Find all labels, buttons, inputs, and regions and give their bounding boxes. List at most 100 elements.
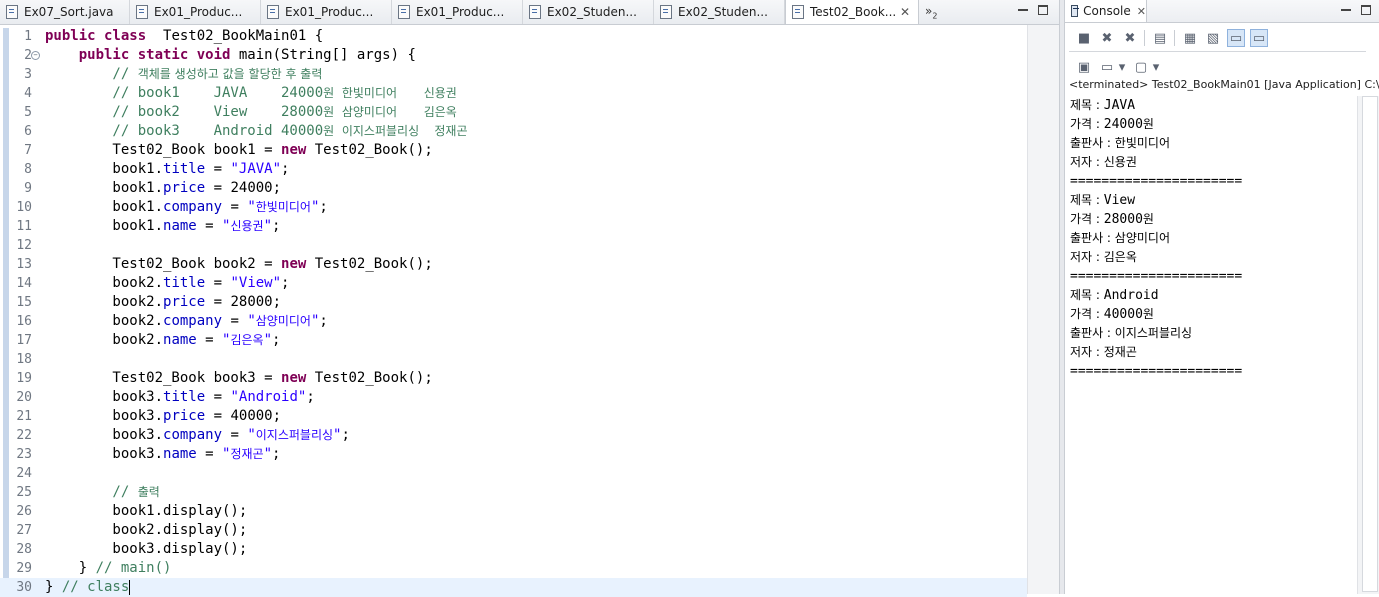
code-line[interactable]: 4 // book1 JAVA 24000원 한빛미디어 신용권 [0,84,1027,103]
toolbar-separator [1174,30,1175,46]
code-line[interactable]: 19 Test02_Book book3 = new Test02_Book()… [0,369,1027,388]
code-line[interactable]: 11 book1.name = "신용권"; [0,217,1027,236]
fold-toggle-icon[interactable]: − [31,51,40,60]
code-text: book1.name = "신용권"; [45,217,280,236]
close-icon[interactable]: ✕ [1137,5,1146,18]
code-token: book2. [45,332,164,348]
tab-ex01-product-3[interactable]: Ex01_Produc... [392,0,523,24]
pin-console-icon[interactable]: ▣ [1075,58,1093,76]
tab-label: Ex01_Produc... [154,5,243,19]
maximize-icon[interactable] [1361,5,1371,15]
line-number: 25 [16,485,32,500]
code-line[interactable]: 14 book2.title = "View"; [0,274,1027,293]
code-token: name [163,446,197,462]
tab-ex01-product-2[interactable]: Ex01_Produc... [261,0,392,24]
code-line[interactable]: 2− public static void main(String[] args… [0,46,1027,65]
output-token: 원 [1142,212,1154,226]
tab-console[interactable]: Console ✕ [1065,0,1147,22]
word-wrap-icon[interactable]: ▧ [1204,29,1222,47]
code-token: = 28000; [205,294,282,310]
code-token: = [222,313,248,329]
code-text: // book2 View 28000원 삼양미디어 김은옥 [45,103,456,122]
line-number: 20 [16,390,32,405]
code-line[interactable]: 27 book2.display(); [0,521,1027,540]
line-number: 9 [24,181,32,196]
code-line[interactable]: 26 book1.display(); [0,502,1027,521]
show-stderr-icon[interactable]: ▭ [1250,29,1268,47]
code-text: book1.display(); [45,502,247,521]
maximize-icon[interactable] [1038,5,1048,15]
code-line[interactable]: 21 book3.price = 40000; [0,407,1027,426]
code-token: book1.display(); [45,503,248,519]
tab-ex02-student-1[interactable]: Ex02_Studen... [523,0,654,24]
code-line[interactable]: 3 // 객체를 생성하고 값을 할당한 후 출력 [0,65,1027,84]
show-stdout-icon[interactable]: ▭ [1227,29,1245,47]
tab-ex01-product-1[interactable]: Ex01_Produc... [130,0,261,24]
code-token: = [222,199,248,215]
code-line[interactable]: 25 // 출력 [0,483,1027,502]
output-line: 저자 : 정재곤 [1070,343,1360,362]
console-vertical-scrollbar[interactable] [1357,96,1379,594]
scroll-lock-icon[interactable]: ▦ [1181,29,1199,47]
code-token: ; [272,218,281,234]
terminate-icon[interactable]: ■ [1075,29,1093,47]
editor-vertical-scrollbar[interactable] [1027,25,1060,594]
code-token: ; [319,199,328,215]
output-token: 24000 [1103,117,1143,132]
code-line[interactable]: 24 [0,464,1027,483]
code-line[interactable]: 17 book2.name = "김은옥"; [0,331,1027,350]
code-line[interactable]: 18 [0,350,1027,369]
code-line[interactable]: 29 } // main() [0,559,1027,578]
code-text: Test02_Book book1 = new Test02_Book(); [45,141,432,160]
clear-console-icon[interactable]: ▤ [1151,29,1169,47]
code-token: ; [341,427,350,443]
code-line[interactable]: 13 Test02_Book book2 = new Test02_Book()… [0,255,1027,274]
code-token: // main() [95,560,172,576]
tab-test02-book[interactable]: Test02_Book... ✕ [785,0,919,24]
line-number: 13 [16,257,32,272]
code-line[interactable]: 12 [0,236,1027,255]
code-line[interactable]: 6 // book3 Android 40000원 이지스퍼블리싱 정재곤 [0,122,1027,141]
chevron-down-icon[interactable]: ▾ [1117,58,1127,76]
chevron-down-icon[interactable]: ▾ [1151,58,1161,76]
code-line[interactable]: 16 book2.company = "삼양미디어"; [0,312,1027,331]
code-line[interactable]: 22 book3.company = "이지스퍼블리싱"; [0,426,1027,445]
output-line: 제목 : View [1070,191,1360,210]
line-number: 29 [16,561,32,576]
output-line: 가격 : 24000원 [1070,115,1360,134]
open-console-icon[interactable]: ▢ [1132,58,1150,76]
code-line[interactable]: 9 book1.price = 24000; [0,179,1027,198]
close-icon[interactable]: ✕ [900,5,910,19]
code-line[interactable]: 7 Test02_Book book1 = new Test02_Book(); [0,141,1027,160]
process-status: <terminated> Test02_BookMain01 [Java App… [1069,78,1379,91]
line-number: 4 [24,86,32,101]
code-token: = [205,389,231,405]
code-line[interactable]: 10 book1.company = "한빛미디어"; [0,198,1027,217]
code-token: = [196,218,223,234]
code-editor: Ex07_Sort.java Ex01_Produc... Ex01_Produ… [0,0,1060,597]
minimize-icon[interactable] [1018,5,1028,11]
line-number: 6 [24,124,32,139]
code-token: new [281,256,307,272]
code-line[interactable]: 5 // book2 View 28000원 삼양미디어 김은옥 [0,103,1027,122]
code-area[interactable]: 1 public class Test02_BookMain01 {2− publ… [0,27,1027,597]
code-line[interactable]: 23 book3.name = "정재곤"; [0,445,1027,464]
code-token: Test02_Book book3 = [45,370,282,386]
remove-all-terminated-icon[interactable]: ✖ [1121,29,1139,47]
code-line[interactable]: 28 book3.display(); [0,540,1027,559]
minimize-icon[interactable] [1341,5,1351,11]
tab-ex02-student-2[interactable]: Ex02_Studen... [654,0,785,24]
code-line[interactable]: 15 book2.price = 28000; [0,293,1027,312]
tab-overflow-button[interactable]: »2 [925,4,937,20]
remove-launch-icon[interactable]: ✖ [1098,29,1116,47]
code-line[interactable]: 8 book1.title = "JAVA"; [0,160,1027,179]
code-token: book2. [45,275,164,291]
tab-ex07-sort[interactable]: Ex07_Sort.java [0,0,130,24]
code-token: = [222,427,248,443]
display-selected-console-icon[interactable]: ▭ [1098,58,1116,76]
console-output[interactable]: 제목 : JAVA 가격 : 24000원 출판사 : 한빛미디어 저자 : 신용권 =… [1070,96,1360,381]
code-line[interactable]: 20 book3.title = "Android"; [0,388,1027,407]
line-number: 19 [16,371,32,386]
code-line[interactable]: 1 public class Test02_BookMain01 { [0,27,1027,46]
code-line[interactable]: 30} // class [0,578,1027,597]
